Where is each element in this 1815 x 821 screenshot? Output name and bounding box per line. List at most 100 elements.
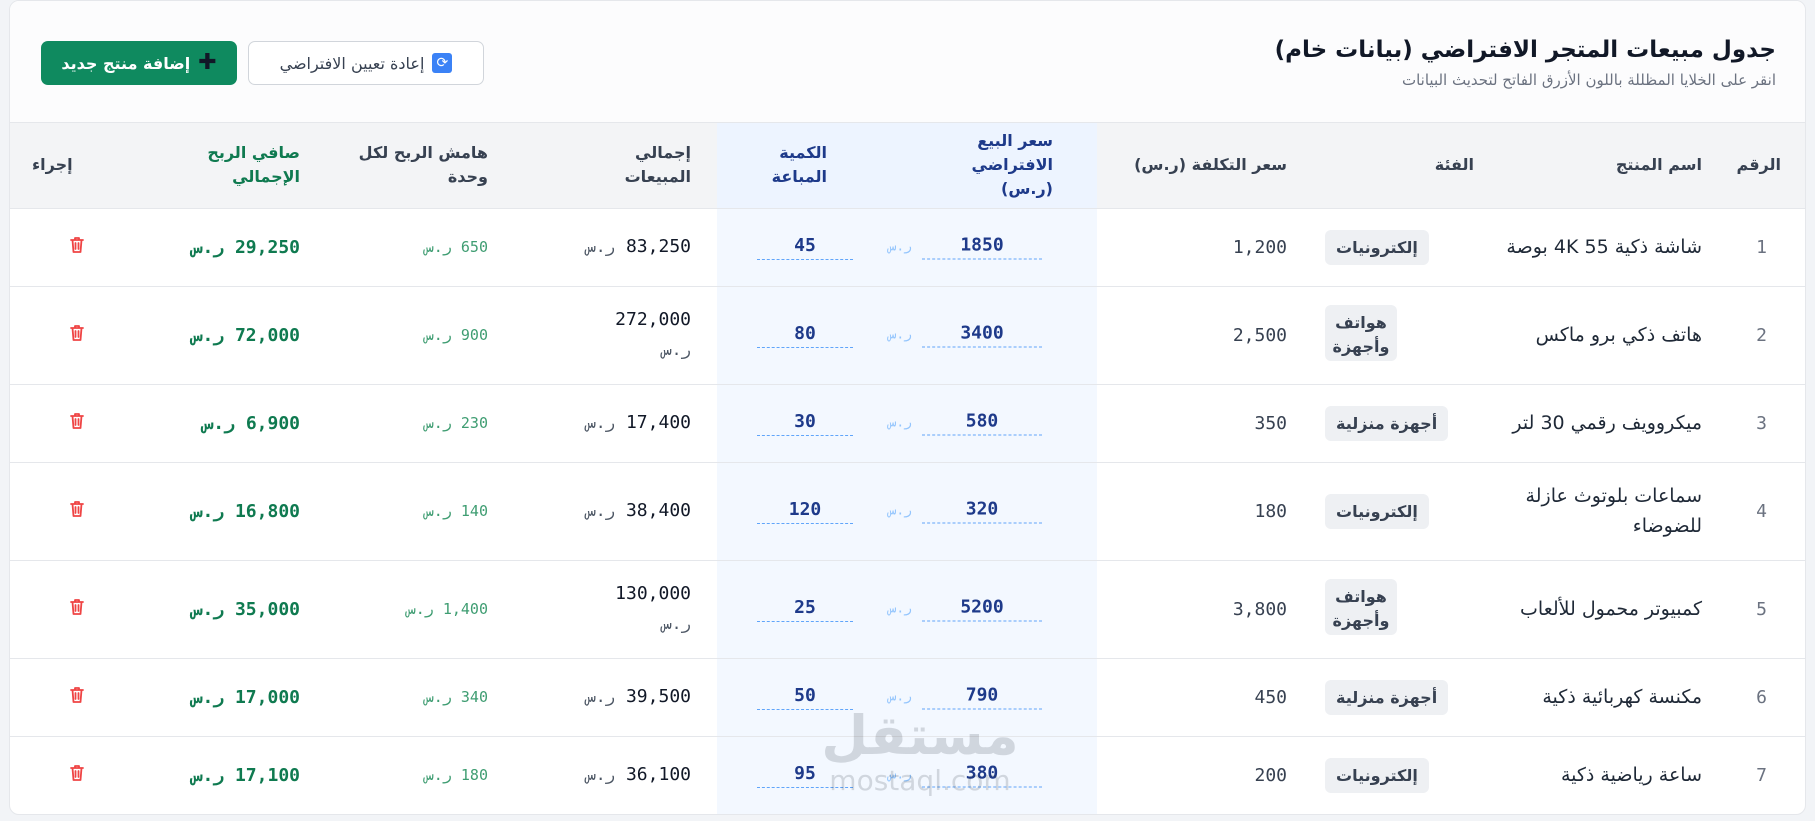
qty-input[interactable]: 25 bbox=[757, 597, 853, 622]
action-cell bbox=[10, 208, 139, 287]
qty-input[interactable]: 30 bbox=[757, 411, 853, 436]
trash-icon[interactable] bbox=[67, 323, 87, 343]
category-cell: إلكترونيات bbox=[1311, 462, 1484, 561]
profit-currency: ر.س bbox=[191, 686, 225, 708]
margin-value: 340 bbox=[460, 688, 488, 706]
product-name: ميكروويف رقمي 30 لتر bbox=[1484, 384, 1732, 463]
total-value: 36,100 bbox=[625, 764, 691, 785]
margin-currency: ر.س bbox=[424, 326, 452, 344]
table-row: 2 هاتف ذكي برو ماكس هواتف وأجهزة 2,500 3400 ر… bbox=[10, 286, 1805, 385]
margin-value: 900 bbox=[460, 326, 488, 344]
trash-icon[interactable] bbox=[67, 763, 87, 783]
qty-input[interactable]: 50 bbox=[757, 685, 853, 710]
qty-input[interactable]: 120 bbox=[757, 499, 853, 524]
refresh-icon: ⟳ bbox=[432, 53, 453, 73]
category-cell: هواتف وأجهزة bbox=[1311, 560, 1484, 659]
cost-price: 180 bbox=[1097, 462, 1311, 561]
reset-defaults-button[interactable]: ⟳ إعادة تعيين الافتراضي bbox=[248, 41, 484, 85]
category-badge: هواتف وأجهزة bbox=[1325, 578, 1397, 635]
profit-value: 17,000 bbox=[234, 686, 300, 708]
page-title: جدول مبيعات المتجر الافتراضي (بيانات خام… bbox=[1274, 37, 1776, 63]
total-currency: ر.س bbox=[662, 614, 691, 633]
qty-input[interactable]: 45 bbox=[757, 235, 853, 260]
page-subtitle: انقر على الخلايا المظللة باللون الأزرق ا… bbox=[1401, 71, 1776, 89]
action-cell bbox=[10, 560, 139, 659]
qty-input[interactable]: 95 bbox=[757, 763, 853, 788]
total-sales: 38,400 ر.س bbox=[518, 462, 717, 561]
category-badge: إلكترونيات bbox=[1325, 493, 1429, 529]
category-badge: أجهزة منزلية bbox=[1325, 679, 1449, 715]
category-badge: هواتف وأجهزة bbox=[1325, 304, 1397, 361]
card-header: جدول مبيعات المتجر الافتراضي (بيانات خام… bbox=[10, 1, 1805, 123]
total-sales: 83,250 ر.س bbox=[518, 208, 717, 287]
trash-icon[interactable] bbox=[67, 499, 87, 519]
qty-cell: 25 bbox=[717, 560, 883, 659]
row-id: 1 bbox=[1732, 208, 1805, 287]
profit-value: 17,100 bbox=[234, 764, 300, 786]
price-input[interactable]: 380 bbox=[922, 763, 1042, 788]
row-id: 7 bbox=[1732, 736, 1805, 814]
total-value: 272,000 bbox=[615, 309, 691, 330]
unit-margin: 140 ر.س bbox=[324, 462, 518, 561]
col-header-price: سعر البيع الافتراضي (ر.س) bbox=[883, 123, 1097, 209]
price-currency: ر.س bbox=[888, 689, 912, 705]
price-currency: ر.س bbox=[888, 415, 912, 431]
net-profit: 6,900 ر.س bbox=[139, 384, 324, 463]
price-input[interactable]: 1850 bbox=[922, 235, 1042, 260]
trash-icon[interactable] bbox=[67, 685, 87, 705]
table-row: 7 ساعة رياضية ذكية إلكترونيات 200 380 ر.س 95 36… bbox=[10, 736, 1805, 814]
qty-input[interactable]: 80 bbox=[757, 323, 853, 348]
total-currency: ر.س bbox=[586, 237, 616, 256]
profit-value: 16,800 bbox=[234, 500, 300, 522]
row-id: 5 bbox=[1732, 560, 1805, 659]
price-input[interactable]: 790 bbox=[922, 685, 1042, 710]
total-sales: 17,400 ر.س bbox=[518, 384, 717, 463]
unit-margin: 180 ر.س bbox=[324, 736, 518, 814]
qty-cell: 80 bbox=[717, 286, 883, 385]
sales-table: الرقم اسم المنتج الفئة سعر التكلفة (ر.س)… bbox=[10, 123, 1805, 814]
table-row: 3 ميكروويف رقمي 30 لتر أجهزة منزلية 350 580 ر… bbox=[10, 384, 1805, 463]
net-profit: 17,000 ر.س bbox=[139, 658, 324, 737]
row-id: 3 bbox=[1732, 384, 1805, 463]
price-input[interactable]: 320 bbox=[922, 499, 1042, 524]
price-input[interactable]: 3400 bbox=[922, 323, 1042, 348]
cost-price: 350 bbox=[1097, 384, 1311, 463]
unit-margin: 900 ر.س bbox=[324, 286, 518, 385]
profit-value: 72,000 bbox=[234, 324, 300, 346]
unit-margin: 340 ر.س bbox=[324, 658, 518, 737]
total-sales: 39,500 ر.س bbox=[518, 658, 717, 737]
price-cell: 320 ر.س bbox=[883, 462, 1097, 561]
total-currency: ر.س bbox=[586, 413, 616, 432]
trash-icon[interactable] bbox=[67, 411, 87, 431]
price-input[interactable]: 580 bbox=[922, 411, 1042, 436]
row-id: 2 bbox=[1732, 286, 1805, 385]
product-name: كمبيوتر محمول للألعاب bbox=[1484, 560, 1732, 659]
table-row: 4 سماعات بلوتوث عازلة للضوضاء إلكترونيات 18… bbox=[10, 462, 1805, 561]
margin-value: 180 bbox=[460, 766, 488, 784]
margin-value: 650 bbox=[460, 238, 488, 256]
trash-icon[interactable] bbox=[67, 597, 87, 617]
margin-currency: ر.س bbox=[406, 600, 434, 618]
table-row: 1 شاشة ذكية 55 4K بوصة إلكترونيات 1,200 1850… bbox=[10, 208, 1805, 287]
price-cell: 790 ر.س bbox=[883, 658, 1097, 737]
add-product-button[interactable]: ✚ إضافة منتج جديد bbox=[41, 41, 237, 85]
table-row: 5 كمبيوتر محمول للألعاب هواتف وأجهزة 3,800 5… bbox=[10, 560, 1805, 659]
col-header-total: إجمالي المبيعات bbox=[518, 123, 717, 209]
col-header-qty: الكمية المباعة bbox=[717, 123, 883, 209]
row-id: 4 bbox=[1732, 462, 1805, 561]
product-name: مكنسة كهربائية ذكية bbox=[1484, 658, 1732, 737]
col-header-profit: صافي الربح الإجمالي bbox=[139, 123, 324, 209]
category-badge: أجهزة منزلية bbox=[1325, 405, 1449, 441]
total-value: 39,500 bbox=[625, 686, 691, 707]
trash-icon[interactable] bbox=[67, 235, 87, 255]
profit-currency: ر.س bbox=[191, 500, 225, 522]
price-input[interactable]: 5200 bbox=[922, 597, 1042, 622]
price-currency: ر.س bbox=[888, 767, 912, 783]
qty-cell: 45 bbox=[717, 208, 883, 287]
price-cell: 580 ر.س bbox=[883, 384, 1097, 463]
profit-currency: ر.س bbox=[191, 764, 225, 786]
cost-price: 450 bbox=[1097, 658, 1311, 737]
profit-currency: ر.س bbox=[191, 236, 225, 258]
margin-value: 1,400 bbox=[442, 600, 488, 618]
net-profit: 29,250 ر.س bbox=[139, 208, 324, 287]
